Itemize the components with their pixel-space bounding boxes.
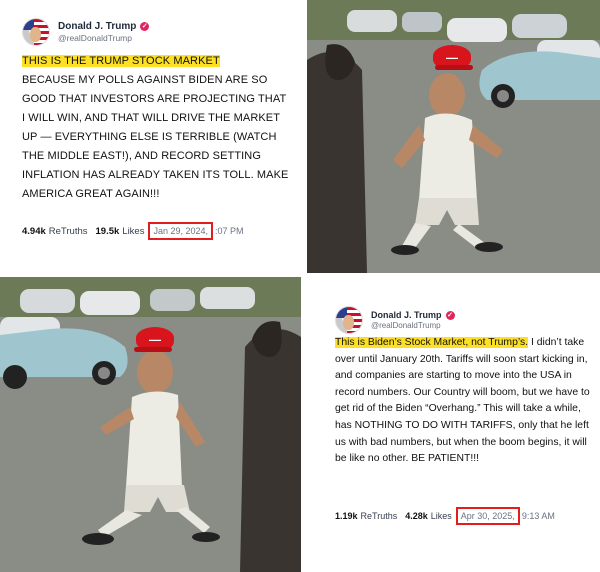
post-body: BECAUSE MY POLLS AGAINST BIDEN ARE SO GO… <box>22 74 289 200</box>
avatar[interactable] <box>335 306 363 334</box>
likes-label[interactable]: Likes <box>122 226 144 237</box>
red-hat: ▬▬▬ <box>433 45 473 70</box>
meme-photo-bottom: ▬▬▬ <box>0 277 301 572</box>
post-date: Apr 30, 2025, <box>455 507 520 525</box>
parking-lot-photo <box>307 0 600 273</box>
retruths-label[interactable]: ReTruths <box>361 511 398 521</box>
parking-lot-photo-mirrored <box>0 277 301 572</box>
post-stats: 4.94k ReTruths 19.5k Likes Jan 29, 2024,… <box>22 222 244 240</box>
likes-label[interactable]: Likes <box>431 511 452 521</box>
highlighted-text: THIS IS THE TRUMP STOCK MARKET <box>22 55 220 67</box>
post-header: Donald J. Trump ✓ @realDonaldTrump <box>335 306 455 334</box>
red-hat: ▬▬▬ <box>134 327 174 352</box>
author-handle[interactable]: @realDonaldTrump <box>58 33 149 43</box>
verified-badge-icon: ✓ <box>140 22 150 31</box>
likes-count: 19.5k <box>95 225 120 237</box>
post-text: THIS IS THE TRUMP STOCK MARKET BECAUSE M… <box>22 52 290 204</box>
avatar[interactable] <box>22 18 50 46</box>
meme-photo-top: ▬▬▬ <box>307 0 600 273</box>
post-card-2025: Donald J. Trump ✓ @realDonaldTrump This … <box>307 277 600 572</box>
post-time: 9:13 AM <box>521 511 555 521</box>
post-text: This is Biden’s Stock Market, not Trump’… <box>335 335 593 468</box>
post-body: I didn’t take over until January 20th. T… <box>335 337 590 465</box>
highlighted-text: This is Biden’s Stock Market, not Trump’… <box>335 337 529 348</box>
post-time: :07 PM <box>215 226 244 236</box>
post-stats: 1.19k ReTruths 4.28k Likes Apr 30, 2025,… <box>335 507 555 525</box>
retruths-count: 4.94k <box>22 225 46 237</box>
retruths-count: 1.19k <box>335 511 358 521</box>
author-name[interactable]: Donald J. Trump <box>58 21 136 32</box>
post-header: Donald J. Trump ✓ @realDonaldTrump <box>22 18 150 46</box>
author-handle[interactable]: @realDonaldTrump <box>371 321 455 330</box>
post-date: Jan 29, 2024, <box>148 222 214 240</box>
verified-badge-icon: ✓ <box>445 310 455 320</box>
retruths-label[interactable]: ReTruths <box>49 226 88 237</box>
author-name[interactable]: Donald J. Trump <box>371 310 442 320</box>
post-card-2024: Donald J. Trump ✓ @realDonaldTrump THIS … <box>0 0 301 273</box>
likes-count: 4.28k <box>405 511 428 521</box>
